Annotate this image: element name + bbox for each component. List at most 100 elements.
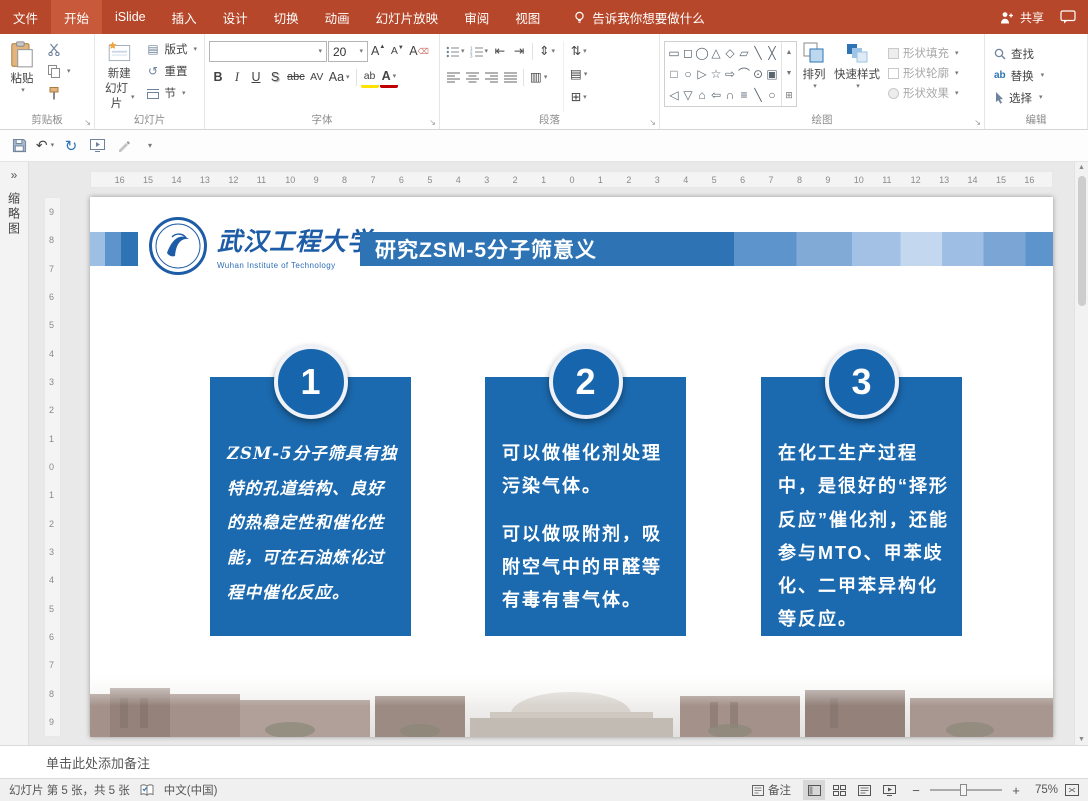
copy-button[interactable]: ▾ <box>42 60 75 82</box>
paste-button[interactable]: 粘贴 ▾ <box>4 37 40 112</box>
drawing-dialog-launcher[interactable]: ↘ <box>974 118 981 127</box>
shape-option[interactable]: ▭ <box>668 46 679 60</box>
arrange-button[interactable]: 排列 ▾ <box>799 37 829 112</box>
shapes-scroll-up[interactable]: ▲ <box>782 42 796 63</box>
normal-view-button[interactable] <box>803 780 825 800</box>
shape-option[interactable]: ≡ <box>740 88 747 102</box>
redo-button[interactable]: ↻ <box>59 134 83 158</box>
tab-insert[interactable]: 插入 <box>159 0 210 34</box>
share-button[interactable]: 共享 <box>1000 9 1044 26</box>
justify-button[interactable] <box>501 67 519 88</box>
slideshow-view-button[interactable] <box>878 780 900 800</box>
start-slideshow-button[interactable] <box>85 134 109 158</box>
layout-button[interactable]: ▤ 版式 ▾ <box>141 38 201 60</box>
tab-home[interactable]: 开始 <box>51 0 103 34</box>
decrease-font-size-button[interactable]: A ▼ <box>388 41 406 62</box>
shape-option[interactable]: ○ <box>768 88 775 102</box>
shape-option[interactable]: ◯ <box>695 46 708 60</box>
shape-effects-button[interactable]: 形状效果 ▾ <box>888 85 959 101</box>
shape-option[interactable]: ☆ <box>711 67 722 81</box>
shape-option[interactable]: ▣ <box>766 67 777 81</box>
scroll-down-arrow[interactable]: ▼ <box>1078 736 1085 743</box>
zoom-percentage[interactable]: 75% <box>1030 784 1058 796</box>
tab-file[interactable]: 文件 <box>0 0 51 34</box>
shape-option[interactable]: ⇦ <box>711 88 721 102</box>
font-name-select[interactable]: ▾ <box>209 41 327 62</box>
scrollbar-thumb[interactable] <box>1077 176 1086 306</box>
replace-button[interactable]: ab 替换 ▾ <box>989 65 1049 86</box>
tab-review[interactable]: 审阅 <box>451 0 502 34</box>
text-direction-button[interactable]: ⇅ ▾ <box>568 41 589 62</box>
tab-view[interactable]: 视图 <box>502 0 553 34</box>
shape-option[interactable]: ▷ <box>697 67 706 81</box>
reset-button[interactable]: ↺ 重置 <box>141 60 201 82</box>
align-right-button[interactable] <box>482 67 500 88</box>
shape-option[interactable]: ◁ <box>669 88 678 102</box>
notes-pane[interactable]: 单击此处添加备注 <box>0 745 1088 778</box>
shape-fill-button[interactable]: 形状填充 ▾ <box>888 45 959 61</box>
slide-title-banner[interactable]: 研究ZSM-5分子筛意义 <box>360 232 1053 266</box>
format-painter-button[interactable] <box>42 82 75 104</box>
shape-option[interactable]: ⌒ <box>738 65 750 82</box>
shape-option[interactable]: ▽ <box>683 88 692 102</box>
shape-option[interactable]: ⇨ <box>725 67 735 81</box>
shape-option[interactable]: ╲ <box>754 46 761 60</box>
zoom-in-button[interactable]: + <box>1009 783 1023 798</box>
new-slide-button[interactable]: 新建 幻灯片 ▾ <box>99 37 139 112</box>
font-color-button[interactable]: A ▾ <box>379 67 399 88</box>
shape-option[interactable]: ╲ <box>754 88 761 102</box>
shape-option[interactable]: ╳ <box>768 46 775 60</box>
slide-sorter-view-button[interactable] <box>828 780 850 800</box>
paragraph-dialog-launcher[interactable]: ↘ <box>649 118 656 127</box>
change-case-button[interactable]: Aa ▾ <box>327 67 352 88</box>
fit-to-window-icon[interactable] <box>1065 784 1079 796</box>
select-button[interactable]: 选择 ▾ <box>989 87 1049 108</box>
tab-transitions[interactable]: 切换 <box>261 0 312 34</box>
numbering-button[interactable]: 1 2 3 ▾ <box>468 41 491 62</box>
zoom-slider[interactable] <box>930 784 1002 796</box>
line-spacing-button[interactable]: ⇕ ▾ <box>537 41 557 62</box>
strikethrough-button[interactable]: abc <box>285 67 307 88</box>
character-spacing-button[interactable]: AV <box>308 67 326 88</box>
comments-icon[interactable] <box>1060 10 1076 24</box>
underline-button[interactable]: U <box>247 67 265 88</box>
shape-option[interactable]: □ <box>670 67 677 81</box>
decrease-indent-button[interactable]: ⇤ <box>491 41 509 62</box>
zoom-slider-knob[interactable] <box>960 784 968 796</box>
increase-indent-button[interactable]: ⇥ <box>510 41 528 62</box>
section-button[interactable]: 节 ▾ <box>141 82 201 104</box>
clipboard-dialog-launcher[interactable]: ↘ <box>84 118 91 127</box>
spellcheck-icon[interactable] <box>140 784 154 796</box>
shape-option[interactable]: ∩ <box>726 88 735 102</box>
convert-smartart-button[interactable]: ⊞ ▾ <box>568 87 589 108</box>
italic-button[interactable]: I <box>228 67 246 88</box>
bullets-button[interactable]: ▾ <box>444 41 467 62</box>
university-logo-block[interactable]: 武汉工程大学 Wuhan Institute of Technology <box>148 213 373 279</box>
scroll-up-arrow[interactable]: ▲ <box>1078 164 1085 171</box>
v-ruler[interactable]: 9 8 7 6 5 4 3 2 1 0 1 2 3 4 5 6 7 8 9 <box>44 197 61 737</box>
bold-button[interactable]: B <box>209 67 227 88</box>
increase-font-size-button[interactable]: A ▲ <box>369 41 387 62</box>
tab-animations[interactable]: 动画 <box>312 0 363 34</box>
h-ruler[interactable]: 16 15 14 13 12 11 10 9 8 7 6 5 4 3 2 1 0 1 2 3 4 5 6 7 8 9 10 11 12 1… <box>90 171 1053 188</box>
align-text-button[interactable]: ▤ ▾ <box>568 64 589 85</box>
align-left-button[interactable] <box>444 67 462 88</box>
language-indicator[interactable]: 中文(中国) <box>164 782 218 798</box>
shape-outline-button[interactable]: 形状轮廓 ▾ <box>888 65 959 81</box>
tab-design[interactable]: 设计 <box>210 0 261 34</box>
vertical-scrollbar[interactable]: ▲ ▼ <box>1074 162 1088 745</box>
shape-option[interactable]: ◇ <box>725 46 734 60</box>
columns-button[interactable]: ▥ ▾ <box>528 67 549 88</box>
shapes-scroll-down[interactable]: ▼ <box>782 63 796 84</box>
tab-islide[interactable]: iSlide <box>102 0 159 34</box>
thumbnails-expand-button[interactable]: » <box>0 162 28 188</box>
notes-toggle-button[interactable]: 备注 <box>749 779 794 801</box>
shape-option[interactable]: △ <box>711 46 720 60</box>
tab-slideshow[interactable]: 幻灯片放映 <box>363 0 452 34</box>
tell-me-box[interactable]: 告诉我你想要做什么 <box>573 0 705 34</box>
font-dialog-launcher[interactable]: ↘ <box>429 118 436 127</box>
shape-option[interactable]: ○ <box>684 67 691 81</box>
shape-option[interactable]: ⊙ <box>753 67 763 81</box>
quick-styles-button[interactable]: 快速样式 ▾ <box>831 37 883 112</box>
text-shadow-button[interactable]: S <box>266 67 284 88</box>
